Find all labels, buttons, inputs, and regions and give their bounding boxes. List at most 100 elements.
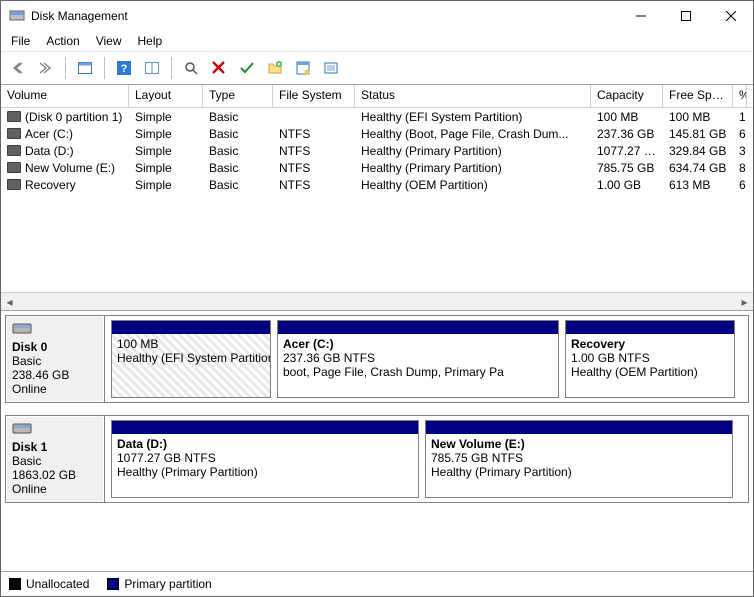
table-row[interactable]: New Volume (E:)SimpleBasicNTFSHealthy (P… [1, 159, 753, 176]
partition[interactable]: Data (D:)1077.27 GB NTFSHealthy (Primary… [111, 420, 419, 498]
scroll-right-icon[interactable]: ▸ [736, 293, 753, 310]
menubar: File Action View Help [1, 31, 753, 51]
close-button[interactable] [708, 1, 753, 31]
list-button[interactable] [318, 55, 344, 81]
cell-fs: NTFS [273, 177, 355, 193]
col-pct[interactable]: % [733, 85, 747, 107]
partition[interactable]: 100 MBHealthy (EFI System Partition) [111, 320, 271, 398]
forward-button[interactable] [33, 55, 59, 81]
col-type[interactable]: Type [203, 85, 273, 107]
cell-free: 329.84 GB [663, 143, 733, 159]
cell-status: Healthy (Boot, Page File, Crash Dum... [355, 126, 591, 142]
menu-view[interactable]: View [90, 32, 128, 50]
partition[interactable]: Acer (C:)237.36 GB NTFSboot, Page File, … [277, 320, 559, 398]
partition[interactable]: New Volume (E:)785.75 GB NTFSHealthy (Pr… [425, 420, 733, 498]
cell-fs: NTFS [273, 143, 355, 159]
titlebar: Disk Management [1, 1, 753, 31]
volume-icon [7, 162, 21, 173]
cell-free: 634.74 GB [663, 160, 733, 176]
properties-button[interactable] [290, 55, 316, 81]
partition[interactable]: Recovery1.00 GB NTFSHealthy (OEM Partiti… [565, 320, 735, 398]
cell-volume: New Volume (E:) [25, 161, 115, 175]
cell-capacity: 1077.27 GB [591, 143, 663, 159]
cell-type: Basic [203, 160, 273, 176]
settings-button[interactable] [139, 55, 165, 81]
menu-help[interactable]: Help [132, 32, 169, 50]
disk-header[interactable]: Disk 1Basic1863.02 GBOnline [5, 415, 105, 503]
partition-capacity: 1.00 GB NTFS [571, 351, 729, 365]
volume-icon [7, 111, 21, 122]
col-volume[interactable]: Volume [1, 85, 129, 107]
partition-name: Data (D:) [117, 437, 413, 451]
col-freespace[interactable]: Free Spa... [663, 85, 733, 107]
menu-file[interactable]: File [5, 32, 36, 50]
cell-pct: 6 [733, 126, 747, 142]
delete-button[interactable] [206, 55, 232, 81]
cell-type: Basic [203, 177, 273, 193]
cell-pct: 6 [733, 177, 747, 193]
table-row[interactable]: (Disk 0 partition 1)SimpleBasicHealthy (… [1, 108, 753, 125]
cell-volume: Data (D:) [25, 144, 74, 158]
volume-icon [7, 145, 21, 156]
legend-primary-label: Primary partition [124, 577, 211, 591]
cell-capacity: 785.75 GB [591, 160, 663, 176]
table-body: (Disk 0 partition 1)SimpleBasicHealthy (… [1, 108, 753, 193]
partition-name: Acer (C:) [283, 337, 553, 351]
help-button[interactable]: ? [111, 55, 137, 81]
partition-name: New Volume (E:) [431, 437, 727, 451]
menu-action[interactable]: Action [40, 32, 85, 50]
disk-name: Disk 0 [12, 340, 98, 354]
back-button[interactable] [5, 55, 31, 81]
scroll-left-icon[interactable]: ◂ [1, 293, 18, 310]
table-header: Volume Layout Type File System Status Ca… [1, 85, 753, 108]
disk-management-window: Disk Management File Action View Help ? … [0, 0, 754, 597]
cell-volume: Recovery [25, 178, 76, 192]
table-row[interactable]: Acer (C:)SimpleBasicNTFSHealthy (Boot, P… [1, 125, 753, 142]
partition-color-bar [112, 321, 270, 334]
partition-status: Healthy (Primary Partition) [431, 465, 727, 479]
refresh-button[interactable] [178, 55, 204, 81]
horizontal-scrollbar[interactable]: ◂ ▸ [1, 292, 753, 310]
toolbar: ? [1, 51, 753, 85]
disk-graphical-view: Disk 0Basic238.46 GBOnline100 MBHealthy … [1, 311, 753, 571]
volume-icon [7, 179, 21, 190]
cell-pct: 1 [733, 109, 747, 125]
volume-table: Volume Layout Type File System Status Ca… [1, 85, 753, 311]
cell-layout: Simple [129, 143, 203, 159]
maximize-button[interactable] [663, 1, 708, 31]
legend: Unallocated Primary partition [1, 571, 753, 596]
partition-color-bar [278, 321, 558, 334]
col-layout[interactable]: Layout [129, 85, 203, 107]
checkmark-button[interactable] [234, 55, 260, 81]
unallocated-swatch [9, 578, 21, 590]
disk-body: Data (D:)1077.27 GB NTFSHealthy (Primary… [105, 415, 749, 503]
cell-pct: 8 [733, 160, 747, 176]
disk-size: 238.46 GB [12, 368, 98, 382]
minimize-button[interactable] [618, 1, 663, 31]
cell-volume: Acer (C:) [25, 127, 73, 141]
cell-volume: (Disk 0 partition 1) [25, 110, 122, 124]
primary-swatch [107, 578, 119, 590]
partition-capacity: 237.36 GB NTFS [283, 351, 553, 365]
table-row[interactable]: Data (D:)SimpleBasicNTFSHealthy (Primary… [1, 142, 753, 159]
partition-status: Healthy (OEM Partition) [571, 365, 729, 379]
col-filesystem[interactable]: File System [273, 85, 355, 107]
disk-header[interactable]: Disk 0Basic238.46 GBOnline [5, 315, 105, 403]
legend-primary: Primary partition [107, 577, 211, 591]
cell-status: Healthy (EFI System Partition) [355, 109, 591, 125]
partition-status: Healthy (EFI System Partition) [117, 351, 265, 365]
volume-icon [7, 128, 21, 139]
app-icon [9, 8, 25, 24]
col-capacity[interactable]: Capacity [591, 85, 663, 107]
legend-unallocated: Unallocated [9, 577, 89, 591]
cell-capacity: 237.36 GB [591, 126, 663, 142]
cell-type: Basic [203, 143, 273, 159]
table-row[interactable]: RecoverySimpleBasicNTFSHealthy (OEM Part… [1, 176, 753, 193]
col-status[interactable]: Status [355, 85, 591, 107]
partition-name: Recovery [571, 337, 729, 351]
cell-capacity: 1.00 GB [591, 177, 663, 193]
new-folder-button[interactable] [262, 55, 288, 81]
partition-color-bar [426, 421, 732, 434]
partition-color-bar [112, 421, 418, 434]
show-hide-console-button[interactable] [72, 55, 98, 81]
